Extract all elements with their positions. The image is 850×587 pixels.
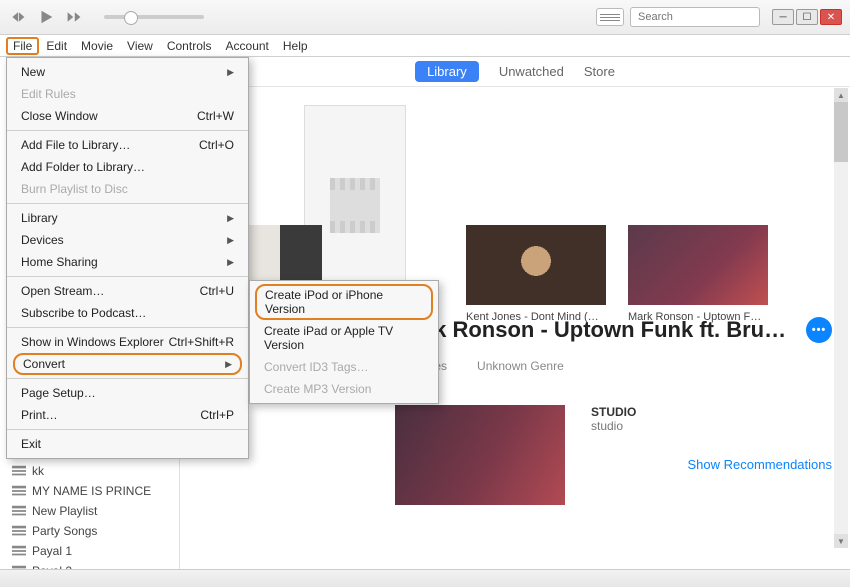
search-input[interactable] bbox=[638, 11, 780, 23]
menu-library[interactable]: Library▶ bbox=[7, 207, 248, 229]
menu-convert-id3: Convert ID3 Tags… bbox=[250, 356, 438, 378]
menu-view[interactable]: View bbox=[120, 37, 160, 55]
video-thumbnail bbox=[466, 225, 606, 305]
list-view-button[interactable] bbox=[596, 8, 624, 26]
playlist-item[interactable]: MY NAME IS PRINCE bbox=[0, 481, 179, 501]
playlist-item[interactable]: Payal 1 bbox=[0, 541, 179, 561]
close-button[interactable]: ✕ bbox=[820, 9, 842, 25]
menu-open-stream[interactable]: Open Stream…Ctrl+U bbox=[7, 280, 248, 302]
menu-edit[interactable]: Edit bbox=[39, 37, 74, 55]
menu-show-explorer[interactable]: Show in Windows ExplorerCtrl+Shift+R bbox=[7, 331, 248, 353]
tab-unwatched[interactable]: Unwatched bbox=[499, 64, 564, 79]
playlist-item[interactable]: New Playlist bbox=[0, 501, 179, 521]
playlist-label: Party Songs bbox=[32, 524, 97, 538]
menu-exit[interactable]: Exit bbox=[7, 433, 248, 455]
now-playing-artwork bbox=[395, 405, 565, 505]
convert-submenu: Create iPod or iPhone Version Create iPa… bbox=[249, 280, 439, 404]
menu-convert[interactable]: Convert▶ bbox=[13, 353, 242, 375]
tab-store[interactable]: Store bbox=[584, 64, 615, 79]
prev-button[interactable] bbox=[8, 7, 28, 27]
menu-edit-rules: Edit Rules bbox=[7, 83, 248, 105]
menu-account[interactable]: Account bbox=[219, 37, 276, 55]
menu-close-window[interactable]: Close WindowCtrl+W bbox=[7, 105, 248, 127]
menu-burn: Burn Playlist to Disc bbox=[7, 178, 248, 200]
status-bar bbox=[0, 569, 850, 587]
maximize-button[interactable]: ☐ bbox=[796, 9, 818, 25]
menu-new[interactable]: New▶ bbox=[7, 61, 248, 83]
minimize-button[interactable]: ─ bbox=[772, 9, 794, 25]
playlist-item[interactable]: kk bbox=[0, 461, 179, 481]
video-card[interactable]: Kent Jones - Dont Mind (… bbox=[466, 225, 606, 324]
studio-value: studio bbox=[591, 419, 832, 433]
volume-slider[interactable] bbox=[104, 15, 204, 19]
menu-controls[interactable]: Controls bbox=[160, 37, 219, 55]
playlist-item[interactable]: Party Songs bbox=[0, 521, 179, 541]
menu-bar: File Edit Movie View Controls Account He… bbox=[0, 35, 850, 57]
menu-movie[interactable]: Movie bbox=[74, 37, 120, 55]
next-button[interactable] bbox=[64, 7, 84, 27]
menu-create-ipad[interactable]: Create iPad or Apple TV Version bbox=[250, 320, 438, 356]
playlist-item[interactable]: Payal 2 bbox=[0, 561, 179, 569]
tab-library[interactable]: Library bbox=[415, 61, 479, 82]
menu-devices[interactable]: Devices▶ bbox=[7, 229, 248, 251]
playlist-label: New Playlist bbox=[32, 504, 97, 518]
menu-create-ipod[interactable]: Create iPod or iPhone Version bbox=[255, 284, 433, 320]
menu-add-folder[interactable]: Add Folder to Library… bbox=[7, 156, 248, 178]
scroll-down-button[interactable]: ▼ bbox=[834, 534, 848, 548]
more-options-button[interactable]: ••• bbox=[806, 317, 832, 343]
vertical-scrollbar[interactable]: ▲ ▼ bbox=[834, 88, 848, 548]
playlist-label: MY NAME IS PRINCE bbox=[32, 484, 151, 498]
playlist-label: Payal 1 bbox=[32, 544, 72, 558]
play-button[interactable] bbox=[36, 7, 56, 27]
menu-home-sharing[interactable]: Home Sharing▶ bbox=[7, 251, 248, 273]
now-playing-panel: Mark Ronson - Uptown Funk ft. Bruno… •••… bbox=[395, 317, 832, 505]
menu-print[interactable]: Print…Ctrl+P bbox=[7, 404, 248, 426]
menu-subscribe-podcast[interactable]: Subscribe to Podcast… bbox=[7, 302, 248, 324]
scroll-up-button[interactable]: ▲ bbox=[834, 88, 848, 102]
now-playing-title: Mark Ronson - Uptown Funk ft. Bruno… bbox=[395, 317, 794, 343]
show-recommendations-link[interactable]: Show Recommendations bbox=[591, 457, 832, 472]
menu-page-setup[interactable]: Page Setup… bbox=[7, 382, 248, 404]
playback-controls bbox=[8, 7, 204, 27]
title-bar: ─ ☐ ✕ bbox=[0, 0, 850, 35]
menu-help[interactable]: Help bbox=[276, 37, 315, 55]
search-box[interactable] bbox=[630, 7, 760, 27]
menu-file[interactable]: File bbox=[6, 37, 39, 55]
playlist-label: kk bbox=[32, 464, 44, 478]
scroll-thumb[interactable] bbox=[834, 102, 848, 162]
studio-heading: STUDIO bbox=[591, 405, 832, 419]
menu-add-file[interactable]: Add File to Library…Ctrl+O bbox=[7, 134, 248, 156]
file-menu-dropdown: New▶ Edit Rules Close WindowCtrl+W Add F… bbox=[6, 57, 249, 459]
genre-label: Unknown Genre bbox=[477, 359, 564, 373]
content-tabs: Library Unwatched Store bbox=[180, 57, 850, 87]
video-thumbnail bbox=[628, 225, 768, 305]
menu-create-mp3: Create MP3 Version bbox=[250, 378, 438, 400]
video-card[interactable]: Mark Ronson - Uptown F… bbox=[628, 225, 768, 324]
